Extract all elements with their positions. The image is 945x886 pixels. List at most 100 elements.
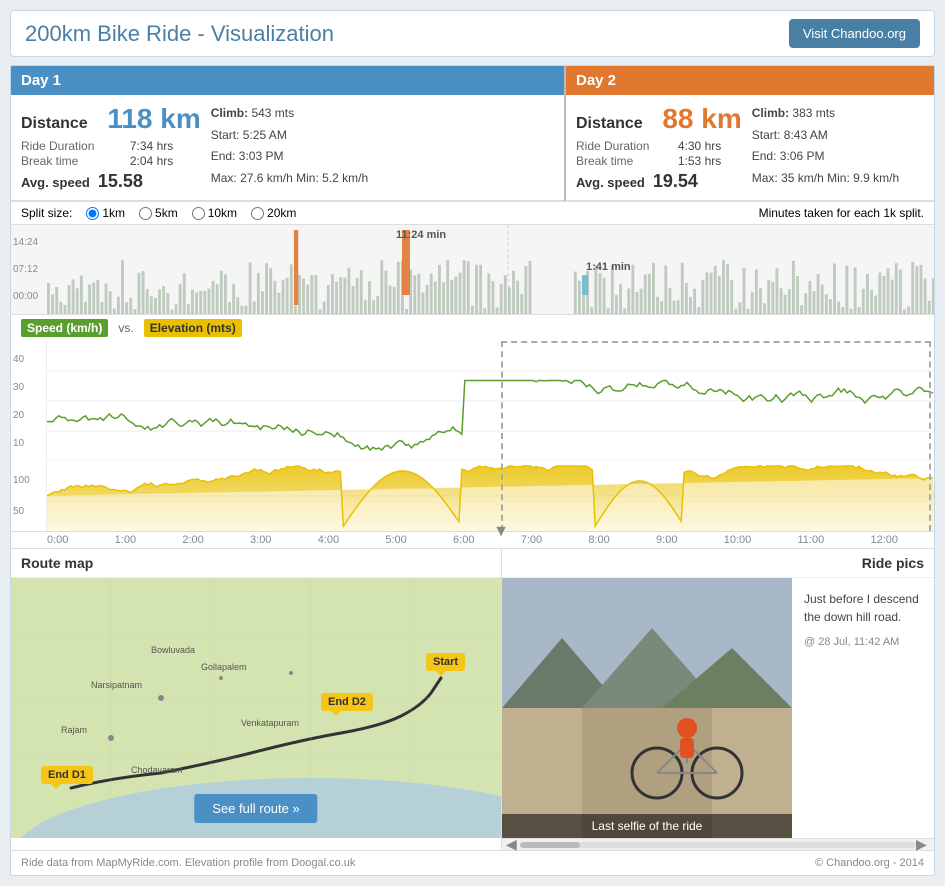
side-pic-text: Just before I descend the down hill road… [804,590,922,626]
day2-ride-duration-label: Ride Duration [576,139,670,153]
x-11: 11:00 [798,534,825,546]
speed-y-10: 10 [13,438,44,449]
main-photo: Last selfie of the ride [502,578,792,838]
annotation-11-24: 11:24 min [396,229,446,241]
day2-break-time-value: 1:53 hrs [678,154,742,168]
day1-climb-value: 543 mts [251,106,294,120]
speed-y-20: 20 [13,410,44,421]
scroll-right-icon[interactable]: ▶ [916,836,930,853]
split-label: Split size: [21,206,72,220]
day2-ride-duration-value: 4:30 hrs [678,139,742,153]
day2-section: Day 2 Distance 88 km Ride Duration 4:30 … [566,66,934,201]
day2-stats: Distance 88 km Ride Duration 4:30 hrs Br… [566,95,934,201]
split-5km[interactable]: 5km [139,206,178,220]
scrollbar[interactable]: ◀ ▶ [502,838,934,850]
svg-text:Venkatapuram: Venkatapuram [241,718,299,728]
x-8: 8:00 [588,534,609,546]
split-20km-radio[interactable] [251,207,264,220]
bar-chart-area: 14:24 07:12 00:00 11:24 min Break 1: [11,225,934,315]
day1-max-min: Max: 27.6 km/h Min: 5.2 km/h [211,171,368,185]
chart-legend: Speed (km/h) vs. Elevation (mts) [11,315,934,341]
ride-pics-section: Ride pics [502,549,934,850]
day2-start-value: 8:43 AM [784,128,828,142]
split-options: Split size: 1km 5km 10km 20km [21,206,296,220]
day1-start-value: 5:25 AM [243,128,287,142]
x-axis-labels: 0:00 1:00 2:00 3:00 4:00 5:00 6:00 7:00 … [47,534,898,546]
vs-label: vs. [118,321,133,335]
day1-end-value: 3:03 PM [239,149,284,163]
day2-end-value: 3:06 PM [780,149,825,163]
side-pic-timestamp: @ 28 Jul, 11:42 AM [804,636,922,648]
x-5: 5:00 [385,534,406,546]
split-right-label: Minutes taken for each 1k split. [759,206,924,220]
x-12: 12:00 [870,534,898,546]
split-20km[interactable]: 20km [251,206,296,220]
split-1km-radio[interactable] [86,207,99,220]
yaxis-label-2: 07:12 [13,264,45,275]
svg-text:Rajam: Rajam [61,725,87,735]
day2-end-label: End: [752,149,777,163]
yaxis-label-3: 00:00 [13,291,45,302]
scrollbar-thumb[interactable] [520,842,580,848]
day1-right-stats: Climb: 543 mts Start: 5:25 AM End: 3:03 … [211,103,368,189]
x-7: 7:00 [521,534,542,546]
ride-pics-header: Ride pics [502,549,934,578]
day1-break-time-value: 2:04 hrs [130,154,201,168]
x-3: 3:00 [250,534,271,546]
speed-chart-svg [47,341,934,461]
footer-right: © Chandoo.org - 2014 [815,857,924,869]
scroll-left-icon[interactable]: ◀ [506,836,520,853]
svg-text:Narsipatnam: Narsipatnam [91,680,142,690]
elev-y-100: 100 [13,475,44,486]
split-10km[interactable]: 10km [192,206,237,220]
day1-end-label: End: [211,149,236,163]
route-map-section: Route map [11,549,502,850]
scrollbar-track[interactable] [520,842,916,848]
visit-chandoo-button[interactable]: Visit Chandoo.org [789,19,920,48]
day2-break-time-label: Break time [576,154,670,168]
day2-stat-grid: Ride Duration 4:30 hrs Break time 1:53 h… [576,139,742,168]
map-start-label: Start [426,653,465,671]
svg-text:Bowluvada: Bowluvada [151,645,195,655]
app-header: 200km Bike Ride - Visualization Visit Ch… [10,10,935,57]
x-2: 2:00 [182,534,203,546]
elevation-legend: Elevation (mts) [144,319,242,337]
x-axis: 0:00 1:00 2:00 3:00 4:00 5:00 6:00 7:00 … [11,532,934,549]
day2-avg-value: 19.54 [653,171,698,192]
day1-distance-value: 118 km [107,103,200,135]
x-10: 10:00 [724,534,752,546]
main-content: Day 1 Distance 118 km Ride Duration 7:34… [10,65,935,876]
x-4: 4:00 [318,534,339,546]
svg-text:Gollapalem: Gollapalem [201,662,247,672]
speed-chart-row: 40 30 20 10 [11,341,934,461]
day1-ride-duration-label: Ride Duration [21,139,122,153]
split-5km-radio[interactable] [139,207,152,220]
footer-left: Ride data from MapMyRide.com. Elevation … [21,857,355,869]
split-10km-radio[interactable] [192,207,205,220]
day2-start-label: Start: [752,128,781,142]
day2-avg-label: Avg. speed [576,175,645,190]
bottom-section: Route map [11,549,934,850]
pics-content: Last selfie of the ride Just before I de… [502,578,934,838]
speed-y-40: 40 [13,354,44,365]
speed-legend: Speed (km/h) [21,319,108,337]
see-full-route-button[interactable]: See full route » [194,794,317,823]
day-headers-row: Day 1 Distance 118 km Ride Duration 7:34… [11,66,934,202]
day2-distance-label: Distance [576,115,643,133]
split-1km[interactable]: 1km [86,206,125,220]
split-bar: Split size: 1km 5km 10km 20km Minutes ta… [11,202,934,225]
page-title: 200km Bike Ride - Visualization [25,21,334,47]
yaxis-label-1: 14:24 [13,237,45,248]
x-9: 9:00 [656,534,677,546]
day1-distance-label: Distance [21,115,88,133]
x-6: 6:00 [453,534,474,546]
day2-climb-value: 383 mts [792,106,835,120]
x-0: 0:00 [47,534,68,546]
day1-climb-label: Climb: [211,106,248,120]
map-area: Narsipatnam Gollapalem Bowluvada Rajam C… [11,578,501,838]
x-1: 1:00 [115,534,136,546]
day2-header: Day 2 [566,66,934,95]
day-boundary-arrow: ▼ [493,523,509,541]
day1-ride-duration-value: 7:34 hrs [130,139,201,153]
day2-max-min: Max: 35 km/h Min: 9.9 km/h [752,171,899,185]
